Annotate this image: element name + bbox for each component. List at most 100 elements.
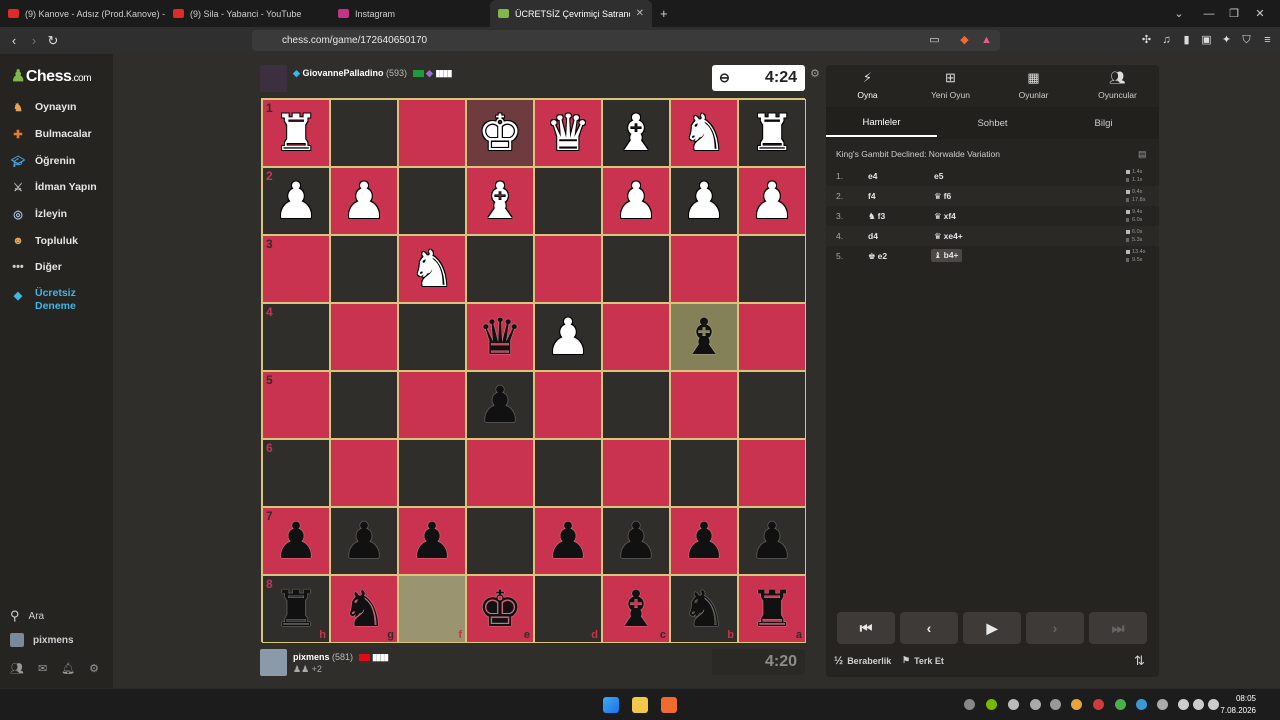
- black-move[interactable]: e5: [934, 171, 943, 181]
- white-move[interactable]: e4: [868, 171, 877, 181]
- browser-tab[interactable]: (9) Kanove - Adsız (Prod.Kanove) - Yo: [0, 0, 165, 27]
- board-square[interactable]: [330, 235, 398, 303]
- board-square[interactable]: 3: [262, 235, 330, 303]
- black-move[interactable]: ♛ xe4+: [934, 231, 963, 242]
- board-square[interactable]: [738, 235, 806, 303]
- board-settings-icon[interactable]: ⚙: [810, 67, 820, 80]
- white-knight-icon[interactable]: ♞: [682, 108, 727, 158]
- black-bishop-icon[interactable]: ♝: [682, 312, 727, 362]
- reload-icon[interactable]: ↻: [43, 33, 63, 49]
- board-square[interactable]: [466, 507, 534, 575]
- black-pawn-icon[interactable]: ♟: [682, 516, 727, 566]
- taskbar-clock[interactable]: 08:05 7.08.2026: [1220, 693, 1256, 717]
- board-square[interactable]: 4: [262, 303, 330, 371]
- black-pawn-icon[interactable]: ♟: [342, 516, 387, 566]
- tray-icon[interactable]: [1071, 699, 1082, 710]
- vpn-icon[interactable]: ⛉: [1240, 34, 1253, 47]
- tab-games[interactable]: ▦ Oyunlar: [992, 65, 1075, 105]
- last-move-button[interactable]: ⏭: [1089, 612, 1147, 644]
- play-button[interactable]: ▶: [963, 612, 1021, 644]
- nvidia-icon[interactable]: [986, 699, 997, 710]
- black-move[interactable]: ♛ xf4: [934, 211, 956, 222]
- white-pawn-icon[interactable]: ♟: [546, 312, 591, 362]
- book-icon[interactable]: ▤: [1138, 149, 1147, 160]
- board-square[interactable]: [398, 439, 466, 507]
- board-square[interactable]: e ♚: [466, 575, 534, 643]
- white-queen-icon[interactable]: ♛: [546, 108, 591, 158]
- tab-new-game[interactable]: ⊞ Yeni Oyun: [909, 65, 992, 105]
- subtab-chat[interactable]: Sohbet: [937, 109, 1048, 137]
- forward-icon[interactable]: ›: [24, 33, 44, 48]
- close-tab-icon[interactable]: ✕: [636, 8, 644, 19]
- board-square[interactable]: ♟: [330, 507, 398, 575]
- chess-logo[interactable]: ♟Chess.com: [11, 66, 92, 86]
- board-square[interactable]: [398, 303, 466, 371]
- browser-tab-active[interactable]: ÜCRETSİZ Çevrimiçi Satranç Oyna ✕: [490, 0, 652, 27]
- board-square[interactable]: g ♞: [330, 575, 398, 643]
- board-square[interactable]: ♟: [466, 371, 534, 439]
- tab-players[interactable]: 👥︎ Oyuncular: [1076, 65, 1159, 105]
- board-square[interactable]: 5: [262, 371, 330, 439]
- board-square[interactable]: ♟: [398, 507, 466, 575]
- top-player-name[interactable]: ◆ GiovannePalladino (593) ◆ ▮▮▮▮: [293, 68, 452, 79]
- white-bishop-icon[interactable]: ♝: [478, 176, 523, 226]
- sidebar-item-train[interactable]: ⚔ İdman Yapın: [10, 177, 97, 197]
- white-rook-icon[interactable]: ♜: [750, 108, 795, 158]
- board-square[interactable]: ♟: [534, 303, 602, 371]
- messages-icon[interactable]: ✉: [38, 662, 47, 675]
- board-square[interactable]: [398, 99, 466, 167]
- first-move-button[interactable]: ⏮: [837, 612, 895, 644]
- board-square[interactable]: 6: [262, 439, 330, 507]
- board-square[interactable]: [534, 167, 602, 235]
- black-rook-icon[interactable]: ♜: [750, 584, 795, 634]
- white-pawn-icon[interactable]: ♟: [342, 176, 387, 226]
- white-move[interactable]: f4: [868, 191, 876, 201]
- extensions-icon[interactable]: ✣: [1140, 34, 1153, 47]
- tray-icon[interactable]: [1136, 699, 1147, 710]
- address-bar[interactable]: chess.com/game/172640650170: [252, 30, 1000, 51]
- white-rook-icon[interactable]: ♜: [274, 108, 319, 158]
- board-square[interactable]: [738, 303, 806, 371]
- board-square[interactable]: ♟: [602, 167, 670, 235]
- black-bishop-icon[interactable]: ♝: [614, 584, 659, 634]
- brave-rewards-icon[interactable]: ▲: [980, 34, 993, 47]
- board-square[interactable]: ♝: [602, 99, 670, 167]
- board-square[interactable]: [602, 439, 670, 507]
- board-square[interactable]: [466, 439, 534, 507]
- settings-icon[interactable]: ⚙: [89, 662, 99, 675]
- board-square[interactable]: ♛: [534, 99, 602, 167]
- cast-icon[interactable]: ▭: [928, 34, 941, 47]
- black-pawn-icon[interactable]: ♟: [410, 516, 455, 566]
- board-square[interactable]: ♟: [670, 507, 738, 575]
- board-square[interactable]: ♟: [534, 507, 602, 575]
- prev-move-button[interactable]: ‹: [900, 612, 958, 644]
- white-move[interactable]: d4: [868, 231, 878, 241]
- white-move[interactable]: ♚ e2: [868, 251, 887, 262]
- board-square[interactable]: [466, 235, 534, 303]
- windows-start-icon[interactable]: [603, 697, 619, 713]
- opening-name[interactable]: King's Gambit Declined: Norwalde Variati…: [836, 149, 1000, 159]
- board-square[interactable]: 8 h ♜: [262, 575, 330, 643]
- board-square[interactable]: [330, 303, 398, 371]
- board-square[interactable]: [602, 235, 670, 303]
- tab-play[interactable]: ⚡︎ Oyna: [826, 65, 909, 105]
- bottom-player-name[interactable]: pixmens (581) ▮▮▮▮: [293, 652, 389, 663]
- board-square[interactable]: [330, 371, 398, 439]
- tray-icon[interactable]: [1093, 699, 1104, 710]
- close-window-icon[interactable]: ✕: [1245, 0, 1275, 27]
- board-square[interactable]: [670, 371, 738, 439]
- white-pawn-icon[interactable]: ♟: [274, 176, 319, 226]
- draw-button[interactable]: ½ Beraberlik: [834, 655, 891, 667]
- board-square[interactable]: ♟: [602, 507, 670, 575]
- board-square[interactable]: [738, 371, 806, 439]
- black-king-icon[interactable]: ♚: [478, 584, 523, 634]
- brave-browser-icon[interactable]: [661, 697, 677, 713]
- board-square[interactable]: [534, 235, 602, 303]
- sidebar-toggle-icon[interactable]: ▮: [1180, 34, 1193, 47]
- tray-icon[interactable]: [1115, 699, 1126, 710]
- browser-tab[interactable]: Instagram: [330, 0, 490, 27]
- tray-icon[interactable]: [1050, 699, 1061, 710]
- battery-icon[interactable]: [1208, 699, 1219, 710]
- black-move[interactable]: ♝ b4+: [931, 249, 962, 262]
- sidebar-item-learn[interactable]: 🎓︎ Öğrenin: [10, 151, 75, 171]
